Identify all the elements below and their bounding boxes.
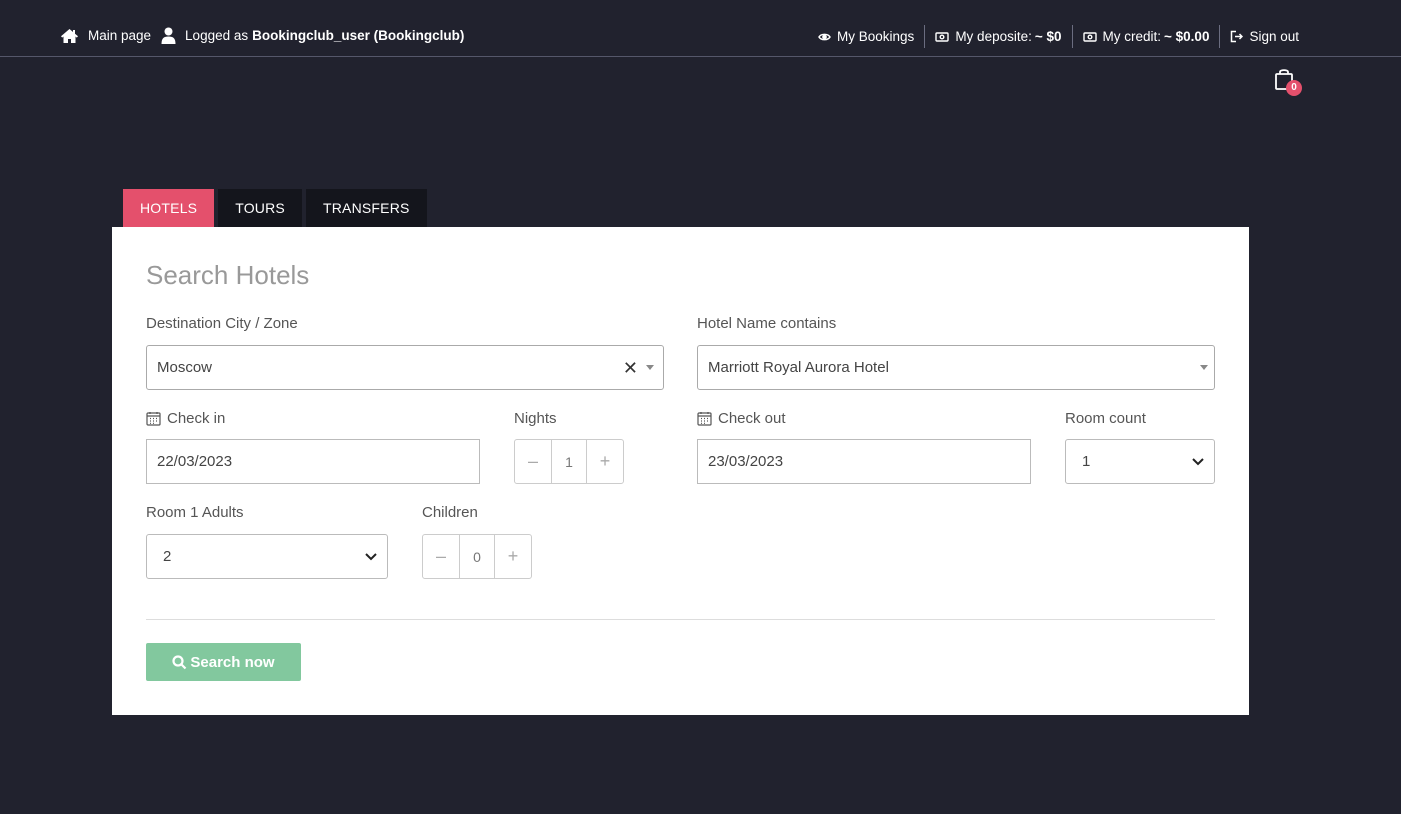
sign-out-link[interactable]: Sign out — [1219, 25, 1299, 48]
main-page-link[interactable]: Main page — [60, 28, 151, 44]
destination-select[interactable]: Moscow ✕ — [146, 345, 664, 390]
calendar-icon — [697, 412, 712, 426]
money-icon — [935, 31, 950, 42]
hotel-name-value: Marriott Royal Aurora Hotel — [708, 359, 889, 376]
hotel-name-select[interactable]: Marriott Royal Aurora Hotel — [697, 345, 1215, 390]
destination-value: Moscow — [157, 359, 213, 376]
checkin-label: Check in — [167, 410, 226, 427]
children-label: Children — [422, 504, 478, 521]
nights-value[interactable]: 1 — [551, 440, 587, 483]
chevron-down-icon — [1192, 457, 1204, 465]
my-credit-link[interactable]: My credit: ~ $0.00 — [1071, 25, 1220, 48]
checkin-input[interactable]: 22/03/2023 — [146, 439, 480, 484]
tab-hotels[interactable]: HOTELS — [123, 189, 215, 227]
search-icon — [172, 654, 187, 669]
deposit-value: ~ $0 — [1034, 29, 1062, 44]
my-deposit-link[interactable]: My deposite: ~ $0 — [924, 25, 1071, 48]
children-decrement-button[interactable]: – — [423, 535, 459, 578]
cart-count-badge: 0 — [1286, 80, 1302, 96]
dropdown-caret-icon — [646, 365, 654, 370]
logged-as-label: Logged as — [185, 28, 249, 43]
credit-value: ~ $0.00 — [1164, 29, 1210, 44]
main-page-label: Main page — [88, 28, 152, 43]
money-icon — [1082, 31, 1097, 42]
logged-user-info: Logged as Bookingclub_user (Bookingclub) — [161, 27, 464, 44]
tab-tours[interactable]: TOURS — [218, 189, 302, 227]
dropdown-caret-icon — [1200, 365, 1208, 370]
nights-decrement-button[interactable]: – — [515, 440, 551, 483]
checkout-input[interactable]: 23/03/2023 — [697, 439, 1031, 484]
adults-label: Room 1 Adults — [146, 504, 244, 521]
chevron-down-icon — [365, 552, 377, 560]
home-icon — [61, 28, 78, 43]
checkin-label-wrap: Check in — [146, 410, 225, 427]
search-tabs: HOTELS TOURS TRANSFERS — [123, 189, 431, 227]
children-increment-button[interactable]: + — [495, 535, 531, 578]
top-bar: Main page Logged as Bookingclub_user (Bo… — [0, 0, 1401, 57]
adults-select[interactable]: 2 — [146, 534, 388, 579]
room-count-label: Room count — [1065, 410, 1146, 427]
checkout-label-wrap: Check out — [697, 410, 786, 427]
deposit-label: My deposite: — [955, 29, 1032, 44]
credit-label: My credit: — [1102, 29, 1162, 44]
sign-out-label: Sign out — [1249, 29, 1299, 44]
hotel-name-label: Hotel Name contains — [697, 315, 837, 332]
room-count-select[interactable]: 1 — [1065, 439, 1215, 484]
room-count-value: 1 — [1082, 453, 1091, 470]
cart-button[interactable]: 0 — [1274, 68, 1304, 98]
checkin-value: 22/03/2023 — [157, 453, 233, 470]
eye-icon — [818, 33, 831, 40]
nights-stepper: – 1 + — [514, 439, 624, 484]
search-now-button[interactable]: Search now — [146, 643, 301, 681]
checkout-value: 23/03/2023 — [708, 453, 784, 470]
adults-value: 2 — [163, 548, 172, 565]
my-bookings-link[interactable]: My Bookings — [808, 25, 924, 48]
children-value[interactable]: 0 — [459, 535, 495, 578]
search-now-label: Search now — [190, 653, 275, 671]
calendar-icon — [146, 412, 161, 426]
topbar-left: Main page Logged as Bookingclub_user (Bo… — [60, 27, 474, 44]
logged-user-name: Bookingclub_user (Bookingclub) — [252, 28, 465, 43]
form-divider — [146, 619, 1215, 620]
destination-label: Destination City / Zone — [146, 315, 298, 332]
my-bookings-label: My Bookings — [837, 29, 915, 44]
nights-label: Nights — [514, 410, 557, 427]
clear-icon[interactable]: ✕ — [623, 359, 638, 377]
children-stepper: – 0 + — [422, 534, 532, 579]
panel-title: Search Hotels — [146, 260, 310, 290]
search-hotels-panel: Search Hotels Destination City / Zone Mo… — [112, 227, 1249, 715]
tab-transfers[interactable]: TRANSFERS — [305, 189, 427, 227]
user-icon — [161, 27, 176, 44]
checkout-label: Check out — [718, 410, 786, 427]
sign-out-icon — [1231, 30, 1244, 43]
topbar-right: My Bookings My deposite: ~ $0 My credit:… — [808, 25, 1299, 48]
nights-increment-button[interactable]: + — [587, 440, 623, 483]
